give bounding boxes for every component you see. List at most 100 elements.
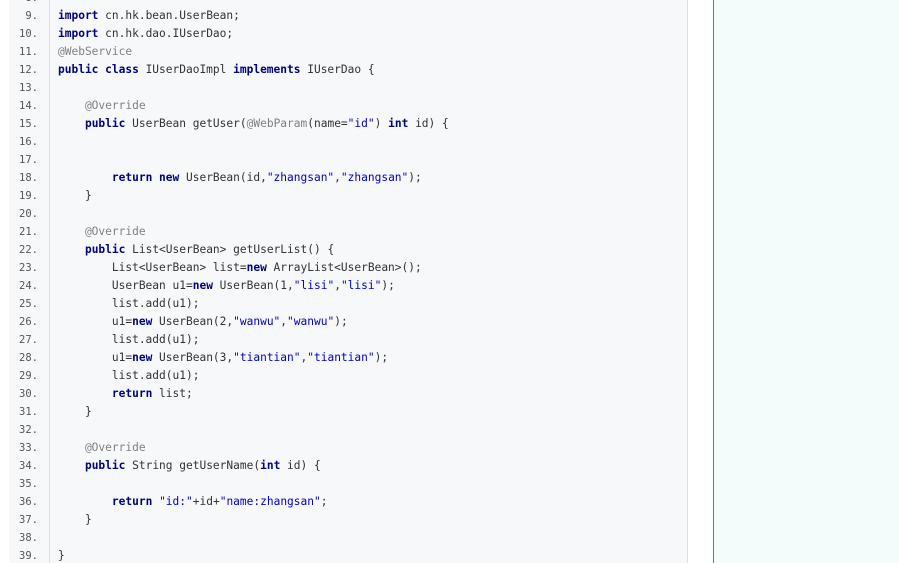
line-number: 36. <box>19 496 38 508</box>
code-token: list.add(u1); <box>58 369 200 382</box>
line-number: 37. <box>19 514 38 526</box>
code-token: } <box>58 405 92 418</box>
line-number: 24. <box>19 280 38 292</box>
line-number: 10. <box>19 28 38 40</box>
keyword-token: implements <box>233 63 301 76</box>
line-number: 15. <box>19 118 38 130</box>
code-token: list.add(u1); <box>58 333 200 346</box>
code-token: , <box>334 171 341 184</box>
code-line: return "id:"+id+"name:zhangsan"; <box>58 493 328 511</box>
keyword-token: return <box>111 495 153 508</box>
code-line: return list; <box>58 385 193 403</box>
line-number: 22. <box>19 244 38 256</box>
string-token: "wanwu" <box>233 315 281 328</box>
keyword-token: import <box>58 27 99 40</box>
keyword-token: new <box>192 279 213 292</box>
line-number: 35. <box>19 478 38 490</box>
code-token: UserBean(3, <box>152 351 234 364</box>
code-token: ArrayList<UserBean>(); <box>266 261 422 274</box>
code-line: import cn.hk.dao.IUserDao; <box>58 25 233 43</box>
line-number: 18. <box>19 172 38 184</box>
code-token: String getUserName( <box>125 459 261 472</box>
line-number-gutter: 8. 9. 10. 11. 12. 13. 14. 15. 16. 17. 18. 19. 20. 21.… <box>9 0 50 563</box>
line-number: 16. <box>19 136 38 148</box>
line-number: 28. <box>19 352 38 364</box>
line-number: 20. <box>19 208 38 220</box>
line-number: 21. <box>19 226 38 238</box>
line-number: 27. <box>19 334 38 346</box>
code-line: public UserBean getUser(@WebParam(name="… <box>58 115 449 133</box>
line-number: 19. <box>19 190 38 202</box>
code-token: UserBean getUser( <box>125 117 247 130</box>
line-number: 23. <box>19 262 38 274</box>
code-line: return new UserBean(id,"zhangsan","zhang… <box>58 169 422 187</box>
code-token: ); <box>408 171 422 184</box>
string-token: "name:zhangsan" <box>219 495 321 508</box>
line-number: 33. <box>19 442 38 454</box>
line-number: 9. <box>25 10 38 22</box>
code-line: @WebService <box>58 43 132 61</box>
keyword-token: new <box>246 261 267 274</box>
code-line: @Override <box>58 223 146 241</box>
code-token: ); <box>381 279 395 292</box>
annotation-token: @Override <box>58 225 146 238</box>
code-line: @Override <box>58 97 146 115</box>
code-line: UserBean u1=new UserBean(1,"lisi","lisi"… <box>58 277 395 295</box>
string-token: "lisi" <box>293 279 335 292</box>
code-token: List<UserBean> list= <box>58 261 247 274</box>
code-token: u1= <box>58 351 133 364</box>
annotation-token: @WebParam <box>246 117 308 130</box>
keyword-token: new <box>132 351 153 364</box>
code-token: (name= <box>307 117 348 130</box>
code-token: id) { <box>408 117 449 130</box>
code-token: u1= <box>58 315 133 328</box>
string-token: "tiantian" <box>233 351 301 364</box>
code-line: } <box>58 403 92 421</box>
code-block: 8. 9. 10. 11. 12. 13. 14. 15. 16. 17. 18. 19. 20. 21.… <box>9 0 688 563</box>
code-line: } <box>58 547 65 563</box>
keyword-token: public <box>84 243 126 256</box>
code-token: list.add(u1); <box>58 297 200 310</box>
string-token: "tiantian" <box>307 351 375 364</box>
code-token: UserBean u1= <box>58 279 193 292</box>
keyword-token: public <box>84 117 126 130</box>
line-number: 13. <box>19 82 38 94</box>
code-token: List<UserBean> getUserList() { <box>125 243 335 256</box>
code-token: ); <box>374 351 389 364</box>
annotation-token: @Override <box>58 441 146 454</box>
code-line: } <box>58 511 92 529</box>
code-token: UserBean(id, <box>179 171 267 184</box>
line-number: 32. <box>19 424 38 436</box>
string-token: "lisi" <box>340 279 382 292</box>
code-token: ) <box>374 117 389 130</box>
code-line: public String getUserName(int id) { <box>58 457 321 475</box>
code-token: UserBean(2, <box>152 315 234 328</box>
line-number: 17. <box>19 154 38 166</box>
code-line: public List<UserBean> getUserList() { <box>58 241 334 259</box>
code-token: cn.hk.bean.UserBean; <box>98 9 240 22</box>
keyword-token: public class <box>58 63 139 76</box>
keyword-token: new <box>132 315 153 328</box>
string-token: "id:" <box>159 495 193 508</box>
string-token: "zhangsan" <box>266 171 335 184</box>
string-token: "zhangsan" <box>340 171 409 184</box>
line-number: 8. <box>9 0 38 7</box>
annotation-token: @WebService <box>58 45 133 58</box>
code-text-area[interactable]: import cn.hk.bean.UserBean; import cn.hk.… <box>50 0 687 563</box>
code-token: } <box>58 513 92 526</box>
code-token: , <box>334 279 341 292</box>
code-line: list.add(u1); <box>58 295 200 313</box>
keyword-token: return new <box>111 171 180 184</box>
string-token: "id" <box>347 117 375 130</box>
line-number: 39. <box>19 550 38 562</box>
code-line: list.add(u1); <box>58 331 200 349</box>
code-token: UserBean(1, <box>212 279 294 292</box>
keyword-token: return <box>111 387 153 400</box>
line-number: 34. <box>19 460 38 472</box>
line-number: 12. <box>19 64 38 76</box>
